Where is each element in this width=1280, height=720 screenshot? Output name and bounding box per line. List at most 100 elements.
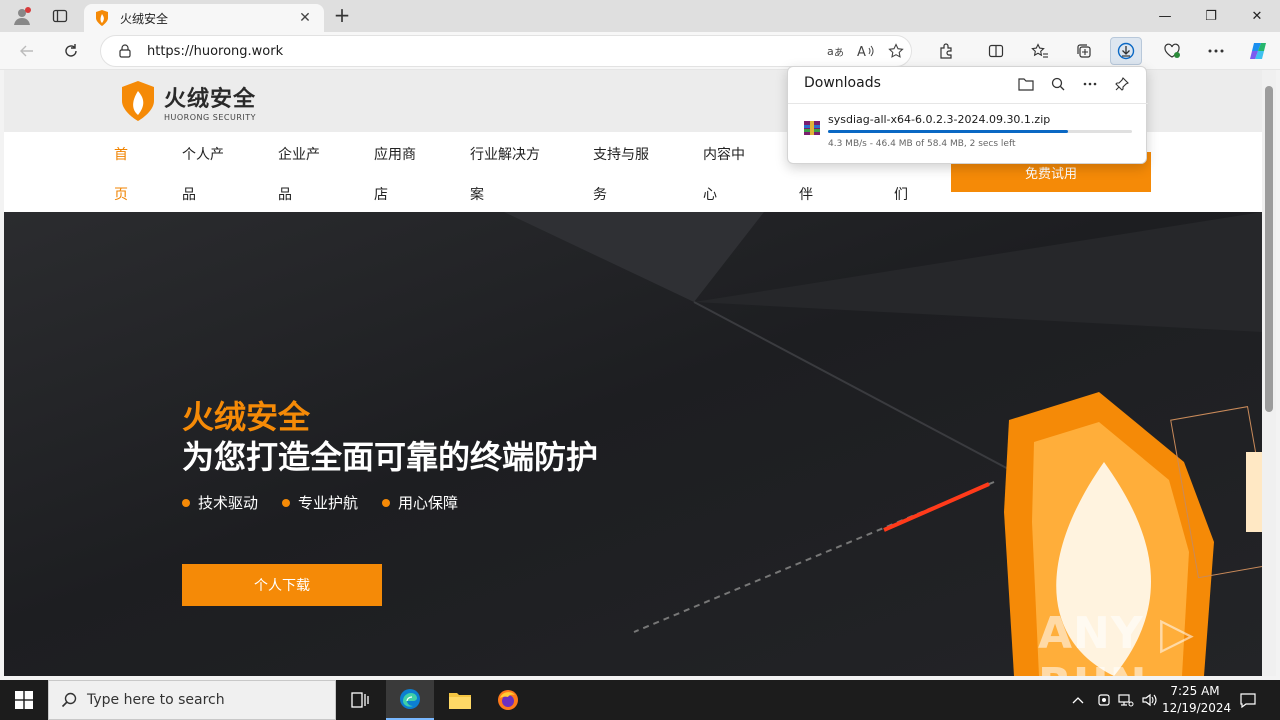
nav-support-l1: 支持与服 [593,147,649,163]
taskbar-search[interactable]: Type here to search [48,680,336,720]
folder-icon [449,693,471,709]
windows-taskbar: Type here to search 7:25 AM 12/19/2024 [0,680,1280,720]
hero-title-slogan: 为您打造全面可靠的终端防护 [182,438,599,476]
minimize-button[interactable]: — [1142,0,1188,32]
feature-pro: 专业护航 [282,492,358,513]
downloads-more-icon[interactable] [1076,73,1104,95]
downloads-icon[interactable] [1110,37,1142,65]
taskbar-edge[interactable] [386,680,434,720]
scrollbar-thumb[interactable] [1265,86,1273,412]
address-toolbar: https://huorong.work aあ A [0,32,1280,70]
address-bar[interactable]: https://huorong.work aあ A [100,35,912,67]
nav-solutions-l1: 行业解决方 [470,147,540,163]
page-scrollbar[interactable] [1262,70,1276,676]
nav-store-l1: 应用商 [374,147,416,163]
download-status: 4.3 MB/s - 46.4 MB of 58.4 MB, 2 secs le… [828,139,1016,149]
anyrun-watermark: ANY ▷ RUN [1038,608,1195,676]
browser-essentials-icon[interactable] [1156,37,1188,65]
nav-enterprise-l1: 企业产 [278,147,320,163]
search-icon [61,692,77,708]
clock-date: 12/19/2024 [1162,701,1232,715]
read-aloud-icon[interactable]: A [851,37,881,65]
refresh-button[interactable] [56,37,86,65]
more-options-icon[interactable] [1200,37,1232,65]
firefox-icon [498,690,518,710]
download-filename[interactable]: sysdiag-all-x64-6.0.2.3-2024.09.30.1.zip [828,113,1050,126]
new-tab-button[interactable]: + [330,4,354,28]
extensions-icon[interactable] [930,37,962,65]
translate-icon[interactable]: aあ [821,37,851,65]
nav-support-l2: 务 [593,187,607,203]
huorong-shield-icon [122,81,154,121]
taskbar-clock[interactable]: 7:25 AM 12/19/2024 [1162,683,1232,717]
tray-overflow-icon[interactable] [1068,680,1088,720]
pin-icon[interactable] [1108,73,1136,95]
downloads-title: Downloads [804,75,881,91]
taskbar-file-explorer[interactable] [436,680,484,720]
nav-content-l1: 内容中 [703,147,745,163]
nav-home-l1: 首 [114,147,128,163]
tab-close-icon[interactable]: ✕ [296,10,314,26]
downloads-panel: Downloads sysdiag-all-x64-6.0.2.3-2024.0… [787,66,1148,164]
volume-icon[interactable] [1140,680,1160,720]
close-window-button[interactable]: ✕ [1234,0,1280,32]
bullet-icon [282,498,290,507]
favorite-star-icon[interactable] [881,37,911,65]
hero-banner: 火绒安全 为您打造全面可靠的终端防护 技术驱动 专业护航 用心保障 个人下载 A… [4,212,1262,676]
nav-personal-l1: 个人产 [182,147,224,163]
archive-file-icon [804,121,820,135]
bullet-icon [382,498,390,507]
site-logo[interactable]: 火绒安全 HUORONG SECURITY [120,80,270,122]
downloads-divider [788,103,1148,104]
feature-tech: 技术驱动 [182,492,258,513]
back-button[interactable] [12,37,42,65]
maximize-button[interactable]: ❐ [1188,0,1234,32]
favorites-icon[interactable] [1024,37,1056,65]
edge-icon [400,689,420,709]
nav-enterprise-l2: 品 [278,187,292,203]
download-progress-fill [828,130,1069,133]
notifications-icon[interactable] [1234,680,1262,720]
logo-text-cn: 火绒安全 [164,86,257,112]
logo-text-en: HUORONG SECURITY [164,112,257,122]
tab-bar: 火绒安全 ✕ + — ❐ ✕ [0,0,1280,32]
security-tray-icon[interactable] [1094,680,1114,720]
collections-icon[interactable] [1068,37,1100,65]
task-view-icon [351,692,369,708]
task-view-button[interactable] [336,680,384,720]
windows-logo-icon [15,691,33,709]
nav-personal-l2: 品 [182,187,196,203]
personal-download-button[interactable]: 个人下载 [182,564,382,606]
nav-home-l2: 页 [114,187,128,203]
open-folder-icon[interactable] [1012,73,1040,95]
split-screen-icon[interactable] [980,37,1012,65]
copilot-icon[interactable] [1242,37,1274,65]
taskbar-firefox[interactable] [484,680,532,720]
nav-content-l2: 心 [703,187,717,203]
huorong-favicon-icon [94,10,110,26]
svg-text:あ: あ [834,47,844,58]
search-downloads-icon[interactable] [1044,73,1072,95]
feature-care-label: 用心保障 [398,494,459,512]
feature-tech-label: 技术驱动 [198,494,259,512]
url-text[interactable]: https://huorong.work [147,44,821,59]
clock-time: 7:25 AM [1170,684,1220,698]
start-button[interactable] [0,680,48,720]
feature-pro-label: 专业护航 [298,494,359,512]
search-placeholder: Type here to search [87,692,225,708]
nav-store-l2: 店 [374,187,388,203]
svg-text:a: a [827,45,834,58]
tab-huorong[interactable]: 火绒安全 ✕ [84,4,324,32]
bullet-icon [182,498,190,507]
svg-text:A: A [857,45,866,58]
lock-icon[interactable] [117,43,133,59]
tab-title: 火绒安全 [120,11,169,26]
download-progress-bar [828,130,1132,133]
network-icon[interactable] [1116,680,1136,720]
nav-solutions-l2: 案 [470,187,484,203]
feature-care: 用心保障 [382,492,458,513]
tab-actions-icon[interactable] [46,4,74,28]
nav-partners-l2: 伴 [799,187,813,203]
profile-icon[interactable] [8,4,36,28]
nav-about-l2: 们 [894,187,908,203]
